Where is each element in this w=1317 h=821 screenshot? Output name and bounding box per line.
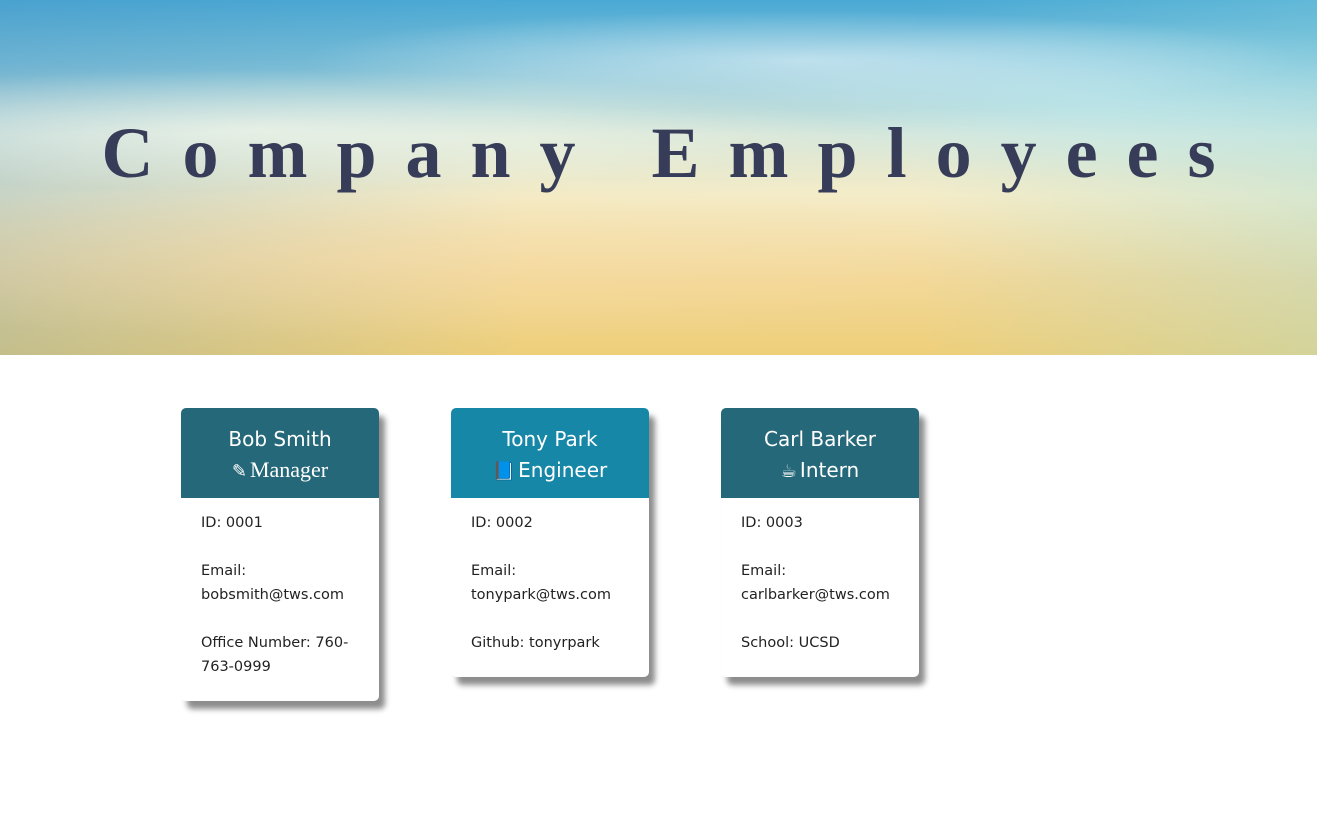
employee-card-engineer: Tony Park 📘 Engineer ID: 0002 Email: tonyp… [451,408,649,677]
email-link[interactable]: bobsmith@tws.com [201,587,344,603]
book-icon: 📘 [492,461,516,482]
card-body: ID: 0002 Email: tonypark@tws.com Github: … [451,498,649,677]
employee-school: School: UCSD [741,635,840,651]
employee-name: Tony Park [502,427,598,451]
email-link[interactable]: carlbarker@tws.com [741,587,890,603]
employee-role: ✎ Manager [181,453,379,488]
employee-email: Email: carlbarker@tws.com [741,559,899,607]
employee-id: ID: 0002 [471,515,533,531]
employee-email: Email: bobsmith@tws.com [201,559,359,607]
email-label: Email: [741,563,787,579]
employee-card-manager: Bob Smith ✎ Manager ID: 0001 Email: bobsmi… [181,408,379,701]
employee-name: Carl Barker [764,427,876,451]
coffee-icon: ☕ [780,461,797,482]
employee-cards: Bob Smith ✎ Manager ID: 0001 Email: bobsmi… [181,408,919,701]
employee-office: Office Number: 760-763-0999 [201,635,349,675]
card-body: ID: 0003 Email: carlbarker@tws.com School… [721,498,919,677]
employee-name: Bob Smith [228,427,332,451]
email-link[interactable]: tonypark@tws.com [471,587,611,603]
page-title: Company Employees [101,113,1245,193]
edit-icon: ✎ [231,461,247,481]
card-body: ID: 0001 Email: bobsmith@tws.com Office N… [181,498,379,701]
email-label: Email: [201,563,247,579]
employee-role: ☕ Intern [721,453,919,489]
role-label: Intern [799,458,860,482]
hero-banner: Company Employees [0,0,1317,355]
card-header: Bob Smith ✎ Manager [181,408,379,498]
employee-id: ID: 0003 [741,515,803,531]
email-label: Email: [471,563,517,579]
employee-email: Email: tonypark@tws.com [471,559,629,607]
employee-github[interactable]: Github: tonyrpark [471,631,629,655]
role-label: Manager [249,457,329,482]
employee-role: 📘 Engineer [451,453,649,489]
card-header: Carl Barker ☕ Intern [721,408,919,498]
employee-card-intern: Carl Barker ☕ Intern ID: 0003 Email: carlb… [721,408,919,677]
employee-id: ID: 0001 [201,515,263,531]
role-label: Engineer [518,458,608,482]
card-header: Tony Park 📘 Engineer [451,408,649,498]
